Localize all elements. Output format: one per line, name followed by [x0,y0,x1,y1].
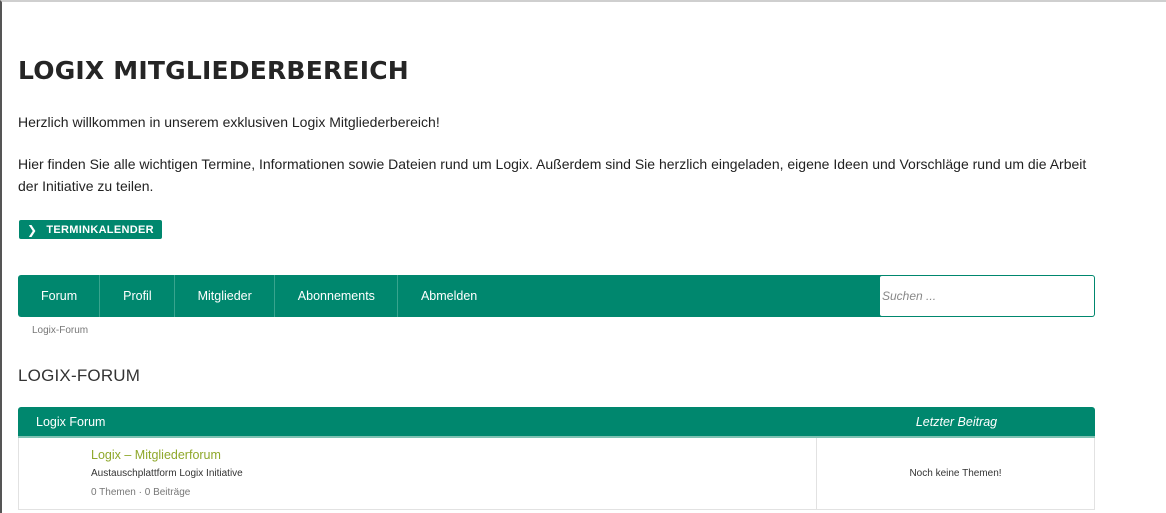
table-row: Logix – Mitgliederforum Austauschplattfo… [18,438,1095,510]
forum-stats: 0 Themen · 0 Beiträge [91,487,191,498]
breadcrumb[interactable]: Logix-Forum [32,325,88,336]
calendar-button-label: TERMINKALENDER [46,223,154,236]
forum-table-header: Logix Forum Letzter Beitrag [18,407,1095,438]
chevron-right-icon: ❯ [27,222,38,237]
calendar-button[interactable]: ❯ TERMINKALENDER [19,220,162,239]
nav-item-mitglieder[interactable]: Mitglieder [175,275,275,317]
forum-description: Austauschplattform Logix Initiative [91,468,243,479]
page-title: LOGIX MITGLIEDERBEREICH [18,56,409,85]
last-post-cell: Noch keine Themen! [816,438,1094,509]
welcome-text: Herzlich willkommen in unserem exklusive… [18,114,440,130]
header-forum: Logix Forum [36,414,106,429]
forum-title-link[interactable]: Logix – Mitgliederforum [91,448,221,462]
forum-heading: LOGIX-FORUM [18,366,141,385]
nav-item-profil[interactable]: Profil [100,275,175,317]
intro-text: Hier finden Sie alle wichtigen Termine, … [18,156,1087,194]
forum-cell: Logix – Mitgliederforum Austauschplattfo… [19,438,816,509]
nav-item-forum[interactable]: Forum [18,275,101,317]
nav-item-abonnements[interactable]: Abonnements [275,275,398,317]
page: LOGIX MITGLIEDERBEREICH Herzlich willkom… [0,0,1166,513]
forum-navbar: Forum Profil Mitglieder Abonnements Abme… [18,275,1095,317]
search-box [880,276,1094,316]
header-last-post: Letzter Beitrag [915,414,998,429]
nav-item-abmelden[interactable]: Abmelden [398,275,499,317]
search-input[interactable] [880,276,1094,316]
forum-table: Logix Forum Letzter Beitrag Logix – Mitg… [18,407,1095,510]
